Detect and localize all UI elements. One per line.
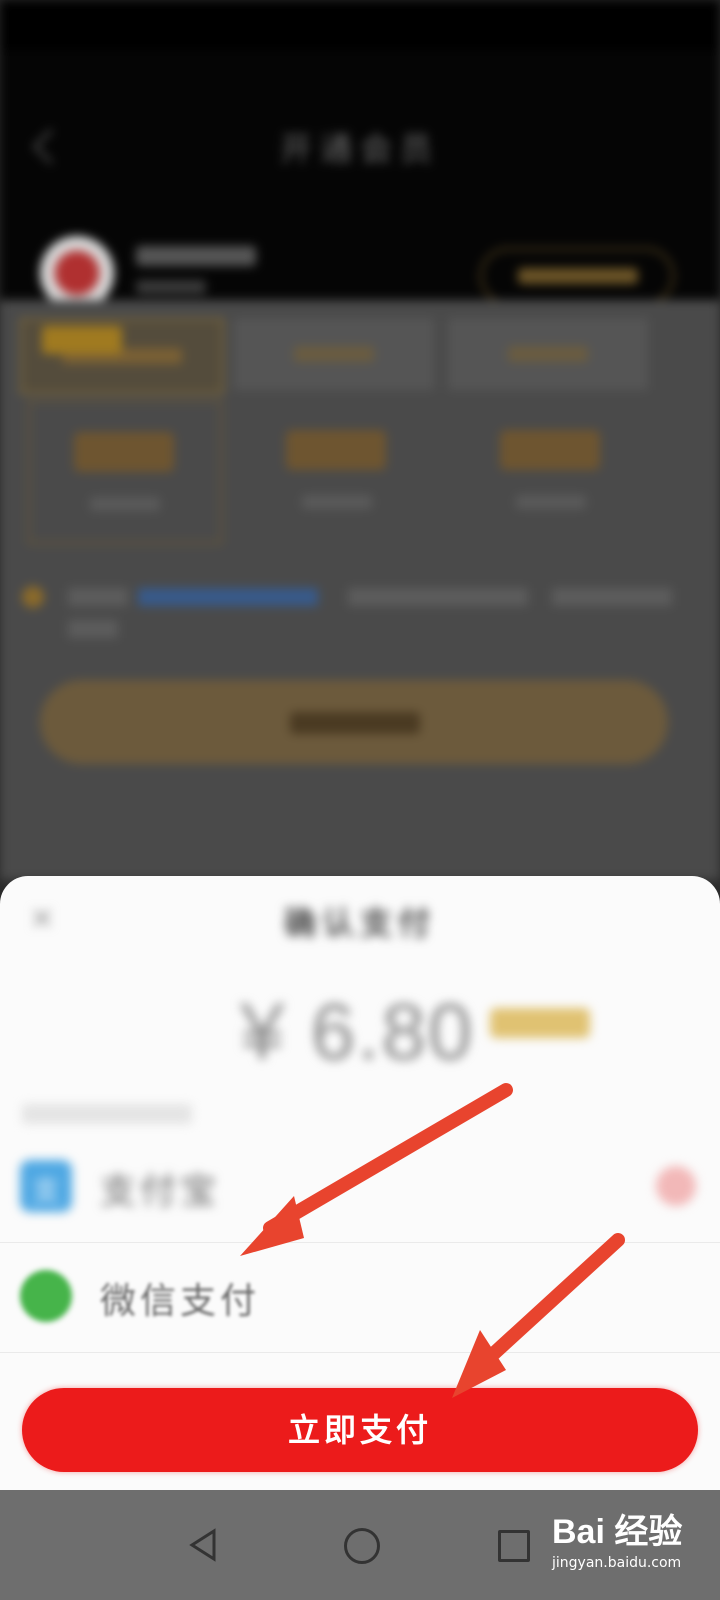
- avatar: [40, 236, 114, 310]
- payment-method-label: [22, 1104, 192, 1124]
- profile-name: [136, 246, 256, 266]
- agreement-row: [22, 580, 682, 650]
- price-card-3[interactable]: [456, 400, 646, 540]
- watermark-url: jingyan.baidu.com: [552, 1555, 682, 1571]
- price-card-2[interactable]: [242, 400, 432, 540]
- status-bar: [0, 0, 720, 50]
- open-membership-button[interactable]: [40, 680, 668, 764]
- page-title: 开通会员: [279, 130, 440, 168]
- nav-recent-icon[interactable]: [498, 1530, 530, 1562]
- pay-now-button[interactable]: 立即支付: [22, 1388, 698, 1472]
- nav-home-icon[interactable]: [344, 1528, 380, 1564]
- price-options: [20, 400, 720, 550]
- agreement-link[interactable]: [138, 588, 318, 606]
- watermark-brand: Bai 经验: [552, 1513, 683, 1551]
- renew-button[interactable]: [480, 248, 674, 304]
- payment-method-alipay[interactable]: 支付宝: [0, 1132, 720, 1243]
- payment-amount: ¥ 6.80: [240, 987, 475, 1076]
- baidu-jingyan-watermark: Bai 经验 jingyan.baidu.com: [552, 1504, 712, 1571]
- radio-selected-icon[interactable]: [656, 1166, 696, 1206]
- sheet-title: 确认支付: [283, 904, 436, 942]
- nav-back-icon[interactable]: [188, 1528, 218, 1562]
- plan-tab-3[interactable]: [448, 318, 648, 390]
- page-header: 开通会员: [0, 50, 720, 310]
- wechat-pay-icon: [20, 1270, 72, 1322]
- promo-tag: [42, 326, 122, 354]
- method-name: 支付宝: [100, 1171, 221, 1212]
- agreement-checkbox[interactable]: [22, 586, 44, 608]
- alipay-icon: [20, 1160, 72, 1212]
- plan-tab-2[interactable]: [234, 318, 434, 390]
- payment-method-wechat[interactable]: 微信支付: [0, 1242, 720, 1353]
- plan-tabs: [20, 318, 720, 394]
- membership-content: [0, 300, 720, 880]
- discount-badge: [490, 1008, 590, 1038]
- profile-subtitle: [136, 280, 206, 294]
- method-name: 微信支付: [100, 1281, 261, 1322]
- system-nav-bar: Bai 经验 jingyan.baidu.com: [0, 1490, 720, 1600]
- price-card-1[interactable]: [28, 400, 222, 544]
